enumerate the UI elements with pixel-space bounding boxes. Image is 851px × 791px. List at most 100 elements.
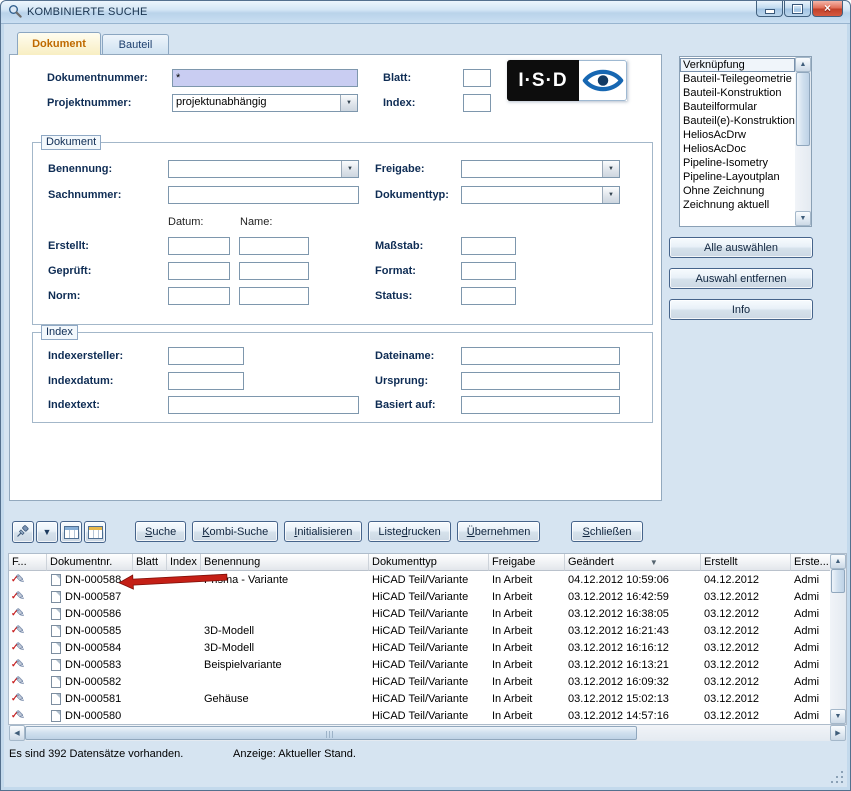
result-row-dn-000582[interactable]: DN-000582HiCAD Teil/VarianteIn Arbeit03.… xyxy=(9,673,832,690)
chevron-down-icon[interactable]: ▼ xyxy=(340,95,357,111)
sachnummer-input[interactable] xyxy=(168,186,359,204)
column-header-dokumentnr[interactable]: Dokumentnr. xyxy=(47,554,133,571)
info-button[interactable]: Info xyxy=(669,299,813,320)
scrollbar-thumb[interactable] xyxy=(831,569,845,593)
erstellt-name-input[interactable] xyxy=(239,237,309,255)
verknuepfung-listbox: VerknüpfungBauteil-TeilegeometrieBauteil… xyxy=(679,56,812,227)
action-button-liste-drucken[interactable]: Liste drucken xyxy=(368,521,450,542)
indexdatum-input[interactable] xyxy=(168,372,244,390)
result-row-dn-000584[interactable]: DN-0005843D-ModellHiCAD Teil/VarianteIn … xyxy=(9,639,832,656)
verknuepfung-item-ohne-zeichnung[interactable]: Ohne Zeichnung xyxy=(680,184,795,198)
action-button-ubernehmen[interactable]: Übernehmen xyxy=(457,521,541,542)
scrollbar-thumb[interactable] xyxy=(796,72,810,146)
result-row-dn-000581[interactable]: DN-000581GehäuseHiCAD Teil/VarianteIn Ar… xyxy=(9,690,832,707)
norm-datum-input[interactable] xyxy=(168,287,230,305)
projektnummer-combo[interactable]: projektunabhängig ▼ xyxy=(172,94,358,112)
basiert-auf-input[interactable] xyxy=(461,396,620,414)
verknuepfung-item-bauteilformular[interactable]: Bauteilformular xyxy=(680,100,795,114)
massstab-input[interactable] xyxy=(461,237,516,255)
scrollbar-track[interactable] xyxy=(795,72,811,211)
action-button-kombi-suche[interactable]: Kombi-Suche xyxy=(192,521,278,542)
alle-auswaehlen-button[interactable]: Alle auswählen xyxy=(669,237,813,258)
column-header-index[interactable]: Index xyxy=(167,554,201,571)
status-input[interactable] xyxy=(461,287,516,305)
document-icon xyxy=(51,574,61,586)
resize-grip[interactable] xyxy=(831,771,845,785)
titlebar[interactable]: KOMBINIERTE SUCHE × xyxy=(1,1,850,24)
scrollbar-track[interactable] xyxy=(830,569,846,709)
verknuepfung-item-verknupfung[interactable]: Verknüpfung xyxy=(680,58,795,72)
scroll-down-button[interactable]: ▼ xyxy=(830,709,846,724)
horizontal-scrollbar[interactable]: ◀ ▶ xyxy=(9,725,846,741)
dokumentnummer-input[interactable] xyxy=(172,69,358,87)
verknuepfung-item-bauteil-teilegeometrie[interactable]: Bauteil-Teilegeometrie xyxy=(680,72,795,86)
dokumentnummer-label: Dokumentnummer: xyxy=(47,72,148,84)
list-view-button[interactable] xyxy=(60,521,82,543)
result-row-dn-000586[interactable]: DN-000586HiCAD Teil/VarianteIn Arbeit03.… xyxy=(9,605,832,622)
list-config-button[interactable] xyxy=(84,521,106,543)
geprueft-datum-input[interactable] xyxy=(168,262,230,280)
chevron-down-icon[interactable]: ▼ xyxy=(602,187,619,203)
chevron-down-icon[interactable]: ▼ xyxy=(602,161,619,177)
action-button-initialisieren[interactable]: Initialisieren xyxy=(284,521,362,542)
indexersteller-input[interactable] xyxy=(168,347,244,365)
filter-dropdown-button[interactable]: ▼ xyxy=(36,521,58,543)
scroll-left-button[interactable]: ◀ xyxy=(9,725,25,741)
dokumenttyp-combo[interactable]: ▼ xyxy=(461,186,620,204)
chevron-down-icon[interactable]: ▼ xyxy=(341,161,358,177)
benennung-value xyxy=(169,161,341,177)
scroll-right-button[interactable]: ▶ xyxy=(830,725,846,741)
tab-dokument[interactable]: Dokument xyxy=(17,32,101,55)
pin-button[interactable] xyxy=(12,521,34,543)
status-label: Status: xyxy=(375,290,412,302)
ursprung-input[interactable] xyxy=(461,372,620,390)
erstellt-datum-input[interactable] xyxy=(168,237,230,255)
verknuepfung-item-heliosacdoc[interactable]: HeliosAcDoc xyxy=(680,142,795,156)
verknuepfung-item-zeichnung-aktuell[interactable]: Zeichnung aktuell xyxy=(680,198,795,212)
benennung-combo[interactable]: ▼ xyxy=(168,160,359,178)
norm-name-input[interactable] xyxy=(239,287,309,305)
search-icon xyxy=(8,4,22,18)
verknuepfung-item-bauteil-e-konstruktion[interactable]: Bauteil(e)-Konstruktion xyxy=(680,114,795,128)
indexersteller-label: Indexersteller: xyxy=(48,350,123,362)
indextext-input[interactable] xyxy=(168,396,359,414)
close-window-button[interactable]: × xyxy=(812,1,843,17)
tab-bauteil[interactable]: Bauteil xyxy=(102,34,169,54)
maximize-button[interactable] xyxy=(784,1,811,17)
action-button-suche[interactable]: Suche xyxy=(135,521,186,542)
verknuepfung-item-pipeline-layoutplan[interactable]: Pipeline-Layoutplan xyxy=(680,170,795,184)
index-input[interactable] xyxy=(463,94,491,112)
scrollbar-thumb[interactable] xyxy=(25,726,637,740)
scroll-up-button[interactable]: ▲ xyxy=(795,57,811,72)
verknuepfung-item-bauteil-konstruktion[interactable]: Bauteil-Konstruktion xyxy=(680,86,795,100)
minimize-button[interactable] xyxy=(756,1,783,17)
column-header-f[interactable]: F... xyxy=(9,554,47,571)
blatt-input[interactable] xyxy=(463,69,491,87)
geprueft-name-input[interactable] xyxy=(239,262,309,280)
table-scrollbar[interactable]: ▲ ▼ xyxy=(830,554,846,724)
column-header-erste[interactable]: Erste... xyxy=(791,554,832,571)
result-row-dn-000583[interactable]: DN-000583BeispielvarianteHiCAD Teil/Vari… xyxy=(9,656,832,673)
column-header-erstellt[interactable]: Erstellt xyxy=(701,554,791,571)
verknuepfung-item-pipeline-isometry[interactable]: Pipeline-Isometry xyxy=(680,156,795,170)
verknuepfung-item-heliosacdrw[interactable]: HeliosAcDrw xyxy=(680,128,795,142)
column-header-dokumenttyp[interactable]: Dokumenttyp xyxy=(369,554,489,571)
scrollbar-track[interactable] xyxy=(25,725,830,741)
format-input[interactable] xyxy=(461,262,516,280)
isd-logo: I·S·D xyxy=(507,60,627,101)
dateiname-label: Dateiname: xyxy=(375,350,434,362)
result-row-dn-000580[interactable]: DN-000580HiCAD Teil/VarianteIn Arbeit03.… xyxy=(9,707,832,724)
column-header-blatt[interactable]: Blatt xyxy=(133,554,167,571)
freigabe-combo[interactable]: ▼ xyxy=(461,160,620,178)
column-header-geandert[interactable]: Geändert▼ xyxy=(565,554,701,571)
result-row-dn-000587[interactable]: DN-000587HiCAD Teil/VarianteIn Arbeit03.… xyxy=(9,588,832,605)
document-icon xyxy=(51,710,61,722)
result-row-dn-000585[interactable]: DN-0005853D-ModellHiCAD Teil/VarianteIn … xyxy=(9,622,832,639)
column-header-freigabe[interactable]: Freigabe xyxy=(489,554,565,571)
list-scrollbar[interactable]: ▲ ▼ xyxy=(795,57,811,226)
dateiname-input[interactable] xyxy=(461,347,620,365)
scroll-down-button[interactable]: ▼ xyxy=(795,211,811,226)
scroll-up-button[interactable]: ▲ xyxy=(830,554,846,569)
auswahl-entfernen-button[interactable]: Auswahl entfernen xyxy=(669,268,813,289)
schliessen-button[interactable]: Schließen xyxy=(571,521,643,542)
